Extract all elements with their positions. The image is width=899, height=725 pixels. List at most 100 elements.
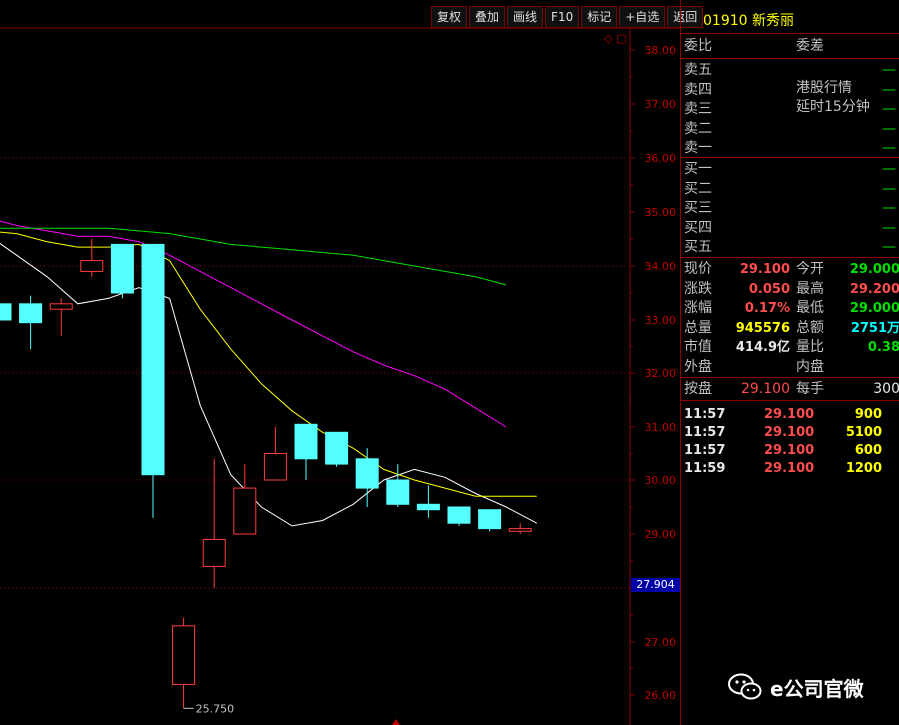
quote-value: 0.38 <box>867 340 899 356</box>
buy-level-label: 买四 <box>684 219 712 236</box>
mark-button[interactable]: 标记 <box>581 6 618 28</box>
quote-value: 29.000 <box>849 301 899 317</box>
buy-level-value: — <box>882 180 896 197</box>
quote-value: 2751万 <box>850 320 899 336</box>
trade-volume: 1200 <box>845 461 882 476</box>
quote-value: 0.050 <box>748 281 790 297</box>
trade-price: 29.100 <box>764 425 815 440</box>
lot-row: 按盘 29.100 每手 300 <box>684 380 899 399</box>
candle-body <box>294 423 318 460</box>
chart-grid <box>0 27 680 725</box>
trade-row[interactable]: 11:59 29.100 1200 <box>684 460 899 478</box>
quote-label: 涨跌 <box>684 280 712 297</box>
price-tick-label: 32.00 <box>645 367 677 380</box>
sell-level-label: 卖五 <box>684 62 712 78</box>
price-tick-label: 38.00 <box>645 44 677 57</box>
buy-level-label: 买三 <box>684 200 712 217</box>
candle-body <box>49 303 73 310</box>
candle-body <box>416 503 440 511</box>
trade-time: 11:57 <box>684 425 726 440</box>
buy-level-row: 买三 — <box>684 199 899 218</box>
trade-volume: 900 <box>854 407 882 422</box>
candle-body <box>172 625 196 685</box>
quote-label: 总量 <box>684 319 712 336</box>
trade-price: 29.100 <box>764 461 815 476</box>
scroll-arrow-icon <box>392 719 400 725</box>
candle-body <box>355 458 379 489</box>
quote-label: 内盘 <box>796 359 824 375</box>
current-price-marker: 27.904 <box>631 578 680 592</box>
price-tick-label: 35.00 <box>645 206 677 219</box>
divider <box>681 58 899 59</box>
quote-row: 市值 414.9亿 量比 0.38 <box>684 338 899 357</box>
trade-time: 11:59 <box>684 461 726 476</box>
buy-level-label: 买一 <box>684 161 712 177</box>
lot-size-value: 300 <box>873 381 899 397</box>
trade-row[interactable]: 11:57 29.100 600 <box>684 442 899 460</box>
divider <box>681 33 899 34</box>
moving-average-line <box>0 242 538 527</box>
buy-level-row: 买一 — <box>684 160 899 179</box>
chart-corner-icons[interactable]: ◇ ▢ <box>604 32 626 45</box>
candle-body <box>263 453 287 481</box>
quote-label: 今开 <box>796 261 824 277</box>
wechat-icon <box>728 673 762 700</box>
price-tick-label: 27.00 <box>645 636 677 649</box>
buy-level-label: 买五 <box>684 239 712 256</box>
delay-notice: 延时15分钟 <box>796 99 870 115</box>
watermark-text: e公司官微 <box>770 676 864 701</box>
trade-row[interactable]: 11:57 29.100 900 <box>684 406 899 424</box>
candle-body <box>141 243 165 476</box>
draw-line-button[interactable]: 画线 <box>507 6 544 28</box>
quote-value: 29.000 <box>849 262 899 277</box>
price-axis: 38.00 37.00 36.00 35.00 34.00 33.00 32.00 31.00… <box>630 44 676 702</box>
price-tick-label: 33.00 <box>645 314 677 327</box>
trade-row[interactable]: 11:57 29.100 5100 <box>684 424 899 442</box>
divider <box>681 377 899 378</box>
buy-level-row: 买二 — <box>684 180 899 199</box>
candle-body <box>110 243 134 294</box>
candle-body <box>0 303 12 321</box>
trade-volume: 5100 <box>845 425 882 440</box>
buy-level-row: 买四 — <box>684 219 899 238</box>
sell-level-value: — <box>882 120 896 137</box>
f10-button[interactable]: F10 <box>545 6 580 28</box>
quote-row: 涨幅 0.17% 最低 29.000 <box>684 299 899 318</box>
buy-level-label: 买二 <box>684 180 712 197</box>
fuquan-button[interactable]: 复权 <box>431 6 468 28</box>
price-tick-label: 31.00 <box>645 421 677 434</box>
price-tick-label: 37.00 <box>645 98 677 111</box>
quote-panel: 01910 新秀丽 委比 委差 卖五 — 卖四 — 卖三 — 卖二 — 卖一 —… <box>680 0 899 725</box>
add-watchlist-button[interactable]: +自选 <box>619 6 666 28</box>
quote-label: 外盘 <box>684 359 712 375</box>
buy-level-value: — <box>882 219 896 236</box>
order-ratio-label: 委比 <box>684 38 712 54</box>
stock-code: 01910 <box>703 13 748 29</box>
quote-value: 414.9亿 <box>735 340 790 356</box>
trade-price: 29.100 <box>764 407 815 422</box>
low-price-label: 25.750 <box>196 702 235 715</box>
moving-average-line <box>0 220 507 428</box>
sell-level-label: 卖四 <box>684 81 712 98</box>
price-tick-label: 34.00 <box>645 260 677 273</box>
sell-level-label: 卖一 <box>684 140 712 157</box>
candlesticks <box>0 239 532 709</box>
lot-price-value: 29.100 <box>741 381 790 397</box>
stock-title: 01910 新秀丽 <box>703 10 794 30</box>
price-tick-label: 26.00 <box>645 689 677 702</box>
price-tick-label: 30.00 <box>645 474 677 487</box>
kline-chart[interactable]: 38.00 37.00 36.00 35.00 34.00 33.00 32.00 31.00… <box>0 0 680 725</box>
quote-label: 现价 <box>684 261 712 277</box>
candle-body <box>202 538 226 567</box>
trade-time: 11:57 <box>684 443 726 458</box>
overlay-button[interactable]: 叠加 <box>469 6 506 28</box>
buy-level-row: 买五 — <box>684 238 899 257</box>
order-diff-label: 委差 <box>796 38 824 54</box>
quote-row: 现价 29.100 今开 29.000 <box>684 260 899 279</box>
trade-price: 29.100 <box>764 443 815 458</box>
candle-body <box>447 506 471 524</box>
trade-time: 11:57 <box>684 407 726 422</box>
lot-size-label: 每手 <box>796 381 824 397</box>
quote-label: 总额 <box>796 319 824 336</box>
stock-name: 新秀丽 <box>752 13 794 29</box>
